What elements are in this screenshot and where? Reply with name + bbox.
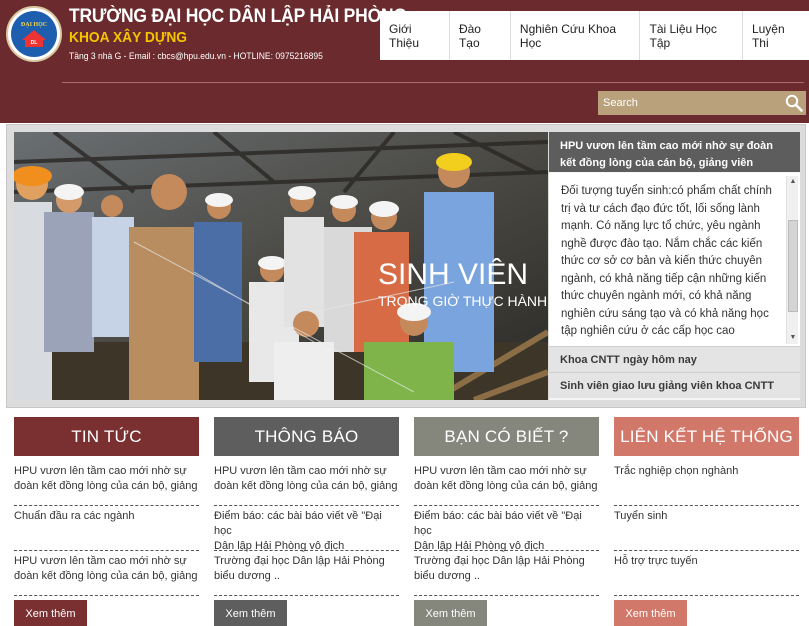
slider-news-item[interactable]: Sinh viên giao lưu giảng viên khoa CNTT bbox=[549, 372, 800, 398]
main-nav: Giới Thiệu Đào Tạo Nghiên Cứu Khoa Học T… bbox=[380, 11, 809, 60]
search-input[interactable] bbox=[598, 91, 778, 115]
list-item[interactable]: Trắc nghiệp chọn nghành bbox=[614, 461, 799, 506]
column-list: HPU vươn lên tầm cao mới nhờ sự đoàn kết … bbox=[214, 461, 399, 596]
university-logo[interactable]: ĐẠI HỌC DL bbox=[6, 6, 62, 62]
list-item[interactable]: Tuyển sinh bbox=[614, 506, 799, 551]
list-item[interactable]: Chuẩn đầu ra các ngành bbox=[14, 506, 199, 551]
scroll-thumb[interactable] bbox=[788, 220, 798, 312]
slider-active-title[interactable]: HPU vươn lên tầm cao mới nhờ sự đoàn kết… bbox=[549, 132, 800, 172]
slider-overlay-title: SINH VIÊN bbox=[378, 258, 528, 291]
column-header[interactable]: BẠN CÓ BIẾT ? bbox=[414, 417, 599, 456]
more-button[interactable]: Xem thêm bbox=[614, 600, 687, 626]
list-item[interactable]: Điểm báo: các bài báo viết về "Đại học Dâ… bbox=[414, 506, 599, 552]
more-button[interactable]: Xem thêm bbox=[14, 600, 87, 626]
news-scrollbar[interactable]: ▲ ▼ bbox=[786, 176, 798, 344]
search-button[interactable] bbox=[784, 93, 804, 113]
column-thong-bao: THÔNG BÁO HPU vươn lên tầm cao mới nhờ s… bbox=[214, 417, 399, 626]
column-tin-tuc: TIN TỨC HPU vươn lên tầm cao mới nhờ sự đ… bbox=[14, 417, 199, 626]
nav-item-dao-tao[interactable]: Đào Tạo bbox=[448, 11, 510, 60]
search-box bbox=[598, 91, 806, 115]
nav-item-luyen-thi[interactable]: Luyện Thi bbox=[741, 11, 809, 60]
column-header[interactable]: THÔNG BÁO bbox=[214, 417, 399, 456]
slider-news-item[interactable]: Khoa CNTT ngày hôm nay bbox=[549, 346, 800, 372]
slider-overlay-subtitle: TRONG GIỜ THỰC HÀNH bbox=[378, 293, 547, 309]
scroll-up-arrow-icon[interactable]: ▲ bbox=[787, 176, 799, 188]
column-list: Trắc nghiệp chọn nghành Tuyển sinh Hỗ tr… bbox=[614, 461, 799, 596]
faculty-name: KHOA XÂY DỰNG bbox=[69, 29, 188, 46]
nav-item-gioi-thieu[interactable]: Giới Thiệu bbox=[380, 11, 449, 60]
list-item[interactable]: Trường đại học Dân lập Hải Phòng biểu dươ… bbox=[414, 551, 599, 596]
list-item[interactable]: Hỗ trợ trực tuyến bbox=[614, 551, 799, 596]
contact-info: Tầng 3 nhà G - Email : cbcs@hpu.edu.vn -… bbox=[69, 51, 323, 61]
slider-active-body: Đối tượng tuyển sinh:có phẩm chất chính … bbox=[549, 173, 800, 346]
column-list: HPU vươn lên tầm cao mới nhờ sự đoàn kết … bbox=[414, 461, 599, 596]
column-ban-co-biet: BẠN CÓ BIẾT ? HPU vươn lên tầm cao mới n… bbox=[414, 417, 599, 626]
more-button[interactable]: Xem thêm bbox=[214, 600, 287, 626]
slider-news-panel: HPU vươn lên tầm cao mới nhờ sự đoàn kết… bbox=[549, 132, 800, 400]
slider-body-text: Đối tượng tuyển sinh:có phẩm chất chính … bbox=[561, 185, 772, 337]
nav-item-nghien-cuu[interactable]: Nghiên Cứu Khoa Học bbox=[509, 11, 640, 60]
column-header[interactable]: LIÊN KẾT HỆ THỐNG bbox=[614, 417, 799, 456]
header-divider bbox=[62, 82, 804, 83]
logo-badge: DL bbox=[25, 38, 43, 47]
list-item[interactable]: HPU vươn lên tầm cao mới nhờ sự đoàn kết … bbox=[14, 461, 199, 506]
scroll-down-arrow-icon[interactable]: ▼ bbox=[787, 332, 799, 344]
site-header: ĐẠI HỌC DL TRƯỜNG ĐẠI HỌC DÂN LẬP HẢI PH… bbox=[0, 0, 809, 123]
column-list: HPU vươn lên tầm cao mới nhờ sự đoàn kết … bbox=[14, 461, 199, 596]
nav-item-tai-lieu[interactable]: Tài Liệu Học Tập bbox=[639, 11, 742, 60]
slider-image[interactable]: SINH VIÊN TRONG GIỜ THỰC HÀNH bbox=[14, 132, 548, 400]
column-lien-ket: LIÊN KẾT HỆ THỐNG Trắc nghiệp chọn nghàn… bbox=[614, 417, 799, 626]
column-header[interactable]: TIN TỨC bbox=[14, 417, 199, 456]
students-photo: SINH VIÊN TRONG GIỜ THỰC HÀNH bbox=[14, 132, 548, 400]
more-button[interactable]: Xem thêm bbox=[414, 600, 487, 626]
school-name: TRƯỜNG ĐẠI HỌC DÂN LẬP HẢI PHÒNG bbox=[69, 6, 407, 27]
list-item[interactable]: HPU vươn lên tầm cao mới nhờ sự đoàn kết … bbox=[214, 461, 399, 506]
list-item[interactable]: Trường đại học Dân lập Hải Phòng biểu dươ… bbox=[214, 551, 399, 596]
list-item[interactable]: HPU vươn lên tầm cao mới nhờ sự đoàn kết … bbox=[414, 461, 599, 506]
logo-emblem: ĐẠI HỌC DL bbox=[11, 11, 57, 57]
list-item[interactable]: Điểm báo: các bài báo viết về "Đại học Dâ… bbox=[214, 506, 399, 552]
logo-text: ĐẠI HỌC bbox=[20, 21, 48, 28]
search-icon bbox=[785, 94, 803, 112]
list-item[interactable]: HPU vươn lên tầm cao mới nhờ sự đoàn kết … bbox=[14, 551, 199, 596]
